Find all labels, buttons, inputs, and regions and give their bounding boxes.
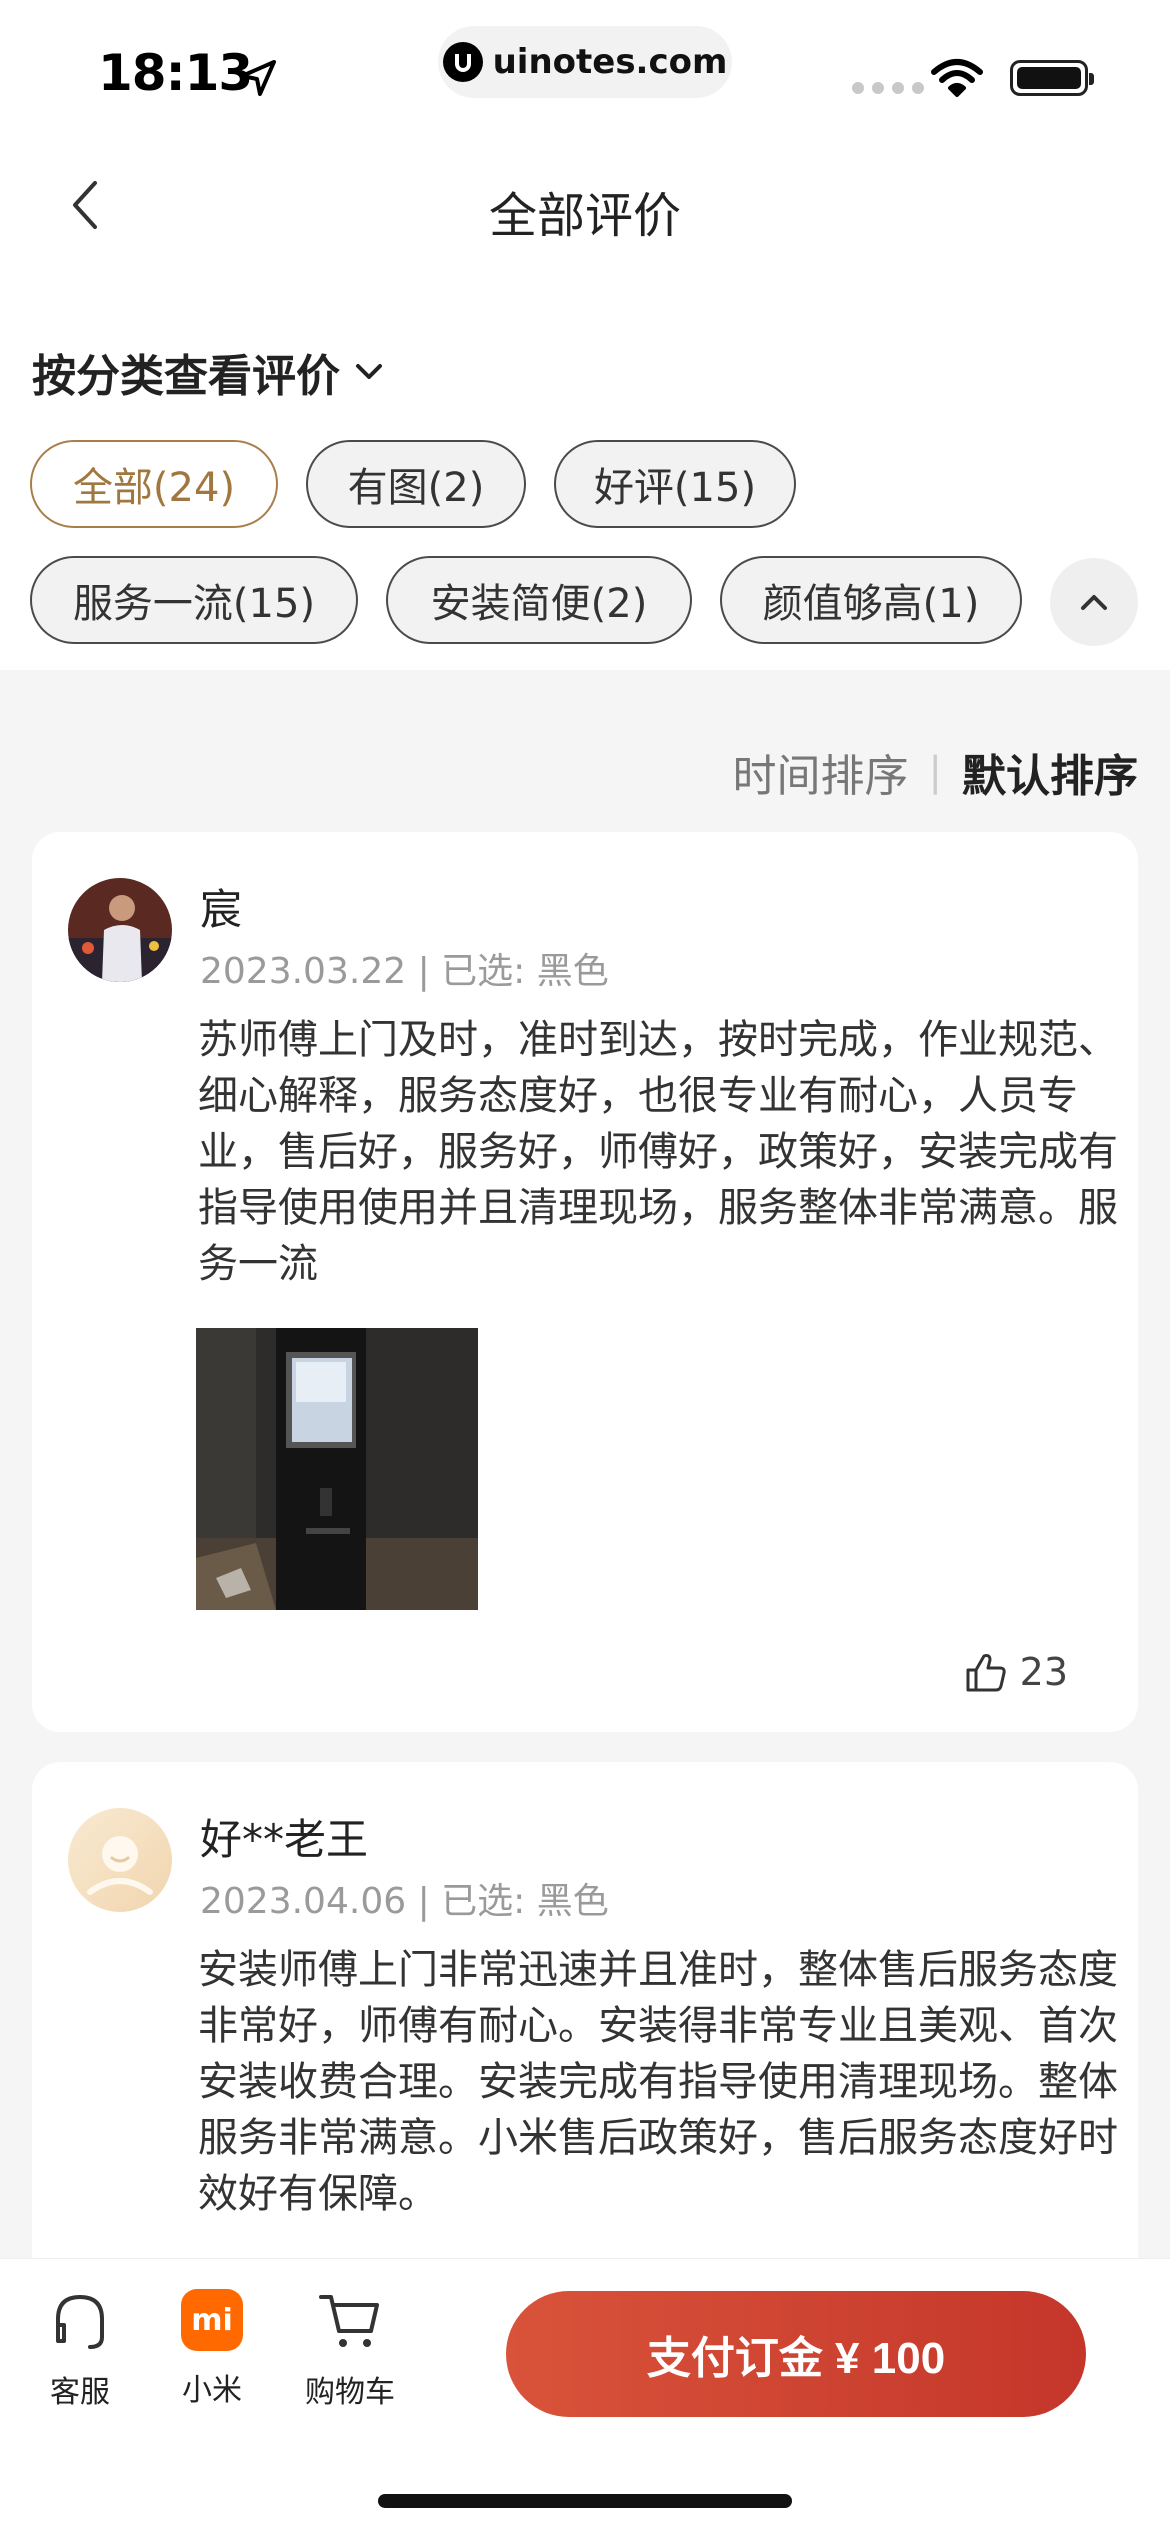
mi-store-label: 小米 [182, 2373, 242, 2408]
review-meta: 2023.03.22 | 已选: 黑色 [200, 951, 609, 992]
chip-easy-install[interactable]: 安装简便(2) [386, 556, 692, 644]
sort-by-time[interactable]: 时间排序 [733, 740, 909, 804]
review-card: 宸 2023.03.22 | 已选: 黑色 苏师傅上门及时，准时到达，按时完成，… [32, 832, 1138, 1732]
filter-dropdown[interactable]: 按分类查看评价 [32, 340, 384, 404]
page-title: 全部评价 [488, 188, 681, 244]
url-text: uinotes.com [492, 42, 728, 82]
customer-service-label: 客服 [50, 2375, 110, 2410]
cart-button[interactable]: 购物车 [290, 2289, 410, 2410]
url-pill[interactable]: uinotes.com [438, 26, 732, 98]
chip-label: 安装简便(2) [430, 581, 648, 627]
like-button[interactable]: 23 [964, 1650, 1068, 1694]
site-logo-icon [442, 42, 483, 82]
chip-label: 全部(24) [72, 465, 236, 511]
filter-heading-label: 按分类查看评价 [32, 351, 340, 402]
bottom-action-bar: 客服 mi 小米 购物车 支付订金 ¥ 100 [0, 2258, 1170, 2532]
review-text: 苏师傅上门及时，准时到达，按时完成，作业规范、细心解释，服务态度好，也很专业有耐… [198, 1017, 1118, 1287]
sort-by-default[interactable]: 默认排序 [962, 740, 1138, 804]
battery-icon [1010, 60, 1094, 96]
pay-deposit-button[interactable]: 支付订金 ¥ 100 [506, 2291, 1086, 2417]
chip-label: 服务一流(15) [72, 581, 316, 627]
chevron-down-icon [356, 364, 382, 379]
review-card: 好**老王 2023.04.06 | 已选: 黑色 安装师傅上门非常迅速并且准时… [32, 1762, 1138, 2282]
status-time: 18:13 [98, 44, 253, 102]
collapse-chips-button[interactable] [1050, 558, 1138, 646]
wifi-icon [931, 59, 983, 97]
cellular-signal-icon [852, 82, 924, 94]
chip-good-looks[interactable]: 颜值够高(1) [720, 556, 1022, 644]
chip-positive[interactable]: 好评(15) [554, 440, 796, 528]
avatar[interactable] [68, 1808, 172, 1912]
status-bar: 18:13 uinotes.com [0, 0, 1170, 140]
like-count: 23 [1019, 1650, 1068, 1694]
sort-separator: | [928, 749, 942, 795]
headset-icon [56, 2294, 104, 2349]
avatar[interactable] [68, 878, 172, 982]
mi-store-button[interactable]: mi 小米 [152, 2289, 272, 2409]
header-area: 18:13 uinotes.com 全部评价 按分类查看评价 全部(24) 有图… [0, 0, 1170, 670]
mi-logo-icon: mi [181, 2289, 243, 2351]
home-indicator [378, 2494, 792, 2508]
thumbs-up-icon [966, 1654, 1006, 1692]
chip-label: 有图(2) [347, 465, 485, 511]
review-username: 宸 [200, 885, 243, 934]
review-text: 安装师傅上门非常迅速并且准时，整体售后服务态度非常好，师傅有耐心。安装得非常专业… [198, 1947, 1118, 2217]
chip-all[interactable]: 全部(24) [30, 440, 278, 528]
cart-icon [319, 2295, 379, 2347]
review-photo[interactable] [196, 1328, 478, 1610]
review-meta: 2023.04.06 | 已选: 黑色 [200, 1881, 609, 1922]
review-username: 好**老王 [200, 1815, 369, 1864]
sort-row: 时间排序 | 默认排序 [733, 740, 1138, 804]
customer-service-button[interactable]: 客服 [20, 2289, 140, 2410]
location-arrow-icon [240, 60, 276, 96]
chevron-up-icon [1081, 595, 1107, 610]
cart-label: 购物车 [305, 2375, 395, 2410]
chip-label: 颜值够高(1) [762, 581, 980, 627]
nav-bar: 全部评价 [0, 150, 1170, 260]
chip-great-service[interactable]: 服务一流(15) [30, 556, 358, 644]
chip-with-photo[interactable]: 有图(2) [306, 440, 526, 528]
chip-label: 好评(15) [593, 465, 757, 511]
